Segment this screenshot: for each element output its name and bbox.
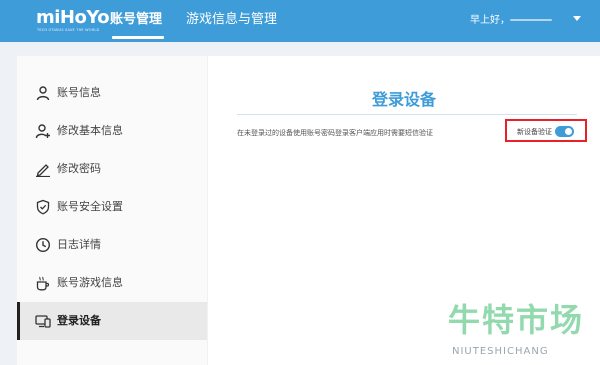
top-navigation-bar: miHoYo TECH OTAKUS SAVE THE WORLD 账号管理 游… bbox=[0, 0, 600, 42]
mihoyo-logo[interactable]: miHoYo TECH OTAKUS SAVE THE WORLD bbox=[36, 8, 110, 36]
logo-text: miHoYo bbox=[36, 7, 110, 28]
sidebar-item-label: 日志详情 bbox=[57, 238, 101, 251]
user-icon bbox=[35, 85, 51, 101]
sidebar: 账号信息 修改基本信息 修改密码 账号安全设置 日志详情 账号游戏信息 登录设备 bbox=[17, 56, 207, 365]
logo-slogan: TECH OTAKUS SAVE THE WORLD bbox=[37, 28, 100, 32]
nav-account-management[interactable]: 账号管理 bbox=[110, 11, 162, 29]
sidebar-item-account-info[interactable]: 账号信息 bbox=[17, 74, 207, 112]
sidebar-item-game-info[interactable]: 账号游戏信息 bbox=[17, 264, 207, 302]
new-device-verification-toggle[interactable] bbox=[555, 126, 574, 137]
chevron-down-icon[interactable] bbox=[573, 16, 581, 21]
masked-username bbox=[510, 19, 552, 21]
sidebar-item-label: 账号游戏信息 bbox=[57, 276, 123, 289]
sidebar-item-label: 登录设备 bbox=[57, 314, 101, 327]
cup-icon bbox=[35, 275, 51, 291]
sidebar-item-login-devices[interactable]: 登录设备 bbox=[17, 302, 207, 340]
sidebar-item-change-password[interactable]: 修改密码 bbox=[17, 150, 207, 188]
pencil-icon bbox=[35, 161, 51, 177]
toggle-knob bbox=[565, 128, 572, 135]
title-divider bbox=[237, 114, 577, 115]
page-title: 登录设备 bbox=[371, 90, 436, 109]
devices-icon bbox=[35, 313, 51, 329]
nav-game-info-management[interactable]: 游戏信息与管理 bbox=[186, 11, 277, 29]
watermark-subtext: NIUTESHICHANG bbox=[452, 346, 549, 357]
sidebar-item-security-settings[interactable]: 账号安全设置 bbox=[17, 188, 207, 226]
sidebar-item-label: 账号信息 bbox=[57, 86, 101, 99]
sidebar-item-label: 修改密码 bbox=[57, 162, 101, 175]
sidebar-item-edit-basic-info[interactable]: 修改基本信息 bbox=[17, 112, 207, 150]
clock-icon bbox=[35, 237, 51, 253]
user-greeting[interactable]: 早上好， bbox=[470, 14, 510, 28]
device-verification-description: 在未登录过的设备使用账号密码登录客户端应用时需要短信验证 bbox=[237, 129, 433, 137]
user-edit-icon bbox=[35, 123, 51, 139]
sidebar-item-log-details[interactable]: 日志详情 bbox=[17, 226, 207, 264]
shield-check-icon bbox=[35, 199, 51, 215]
sidebar-item-label: 修改基本信息 bbox=[57, 124, 123, 137]
nav-active-indicator bbox=[112, 36, 164, 39]
active-indicator-bar bbox=[17, 302, 20, 340]
new-device-verification-label: 新设备验证 bbox=[517, 128, 552, 136]
watermark-logo: 牛特市场 bbox=[448, 301, 585, 339]
sidebar-item-label: 账号安全设置 bbox=[57, 200, 123, 213]
